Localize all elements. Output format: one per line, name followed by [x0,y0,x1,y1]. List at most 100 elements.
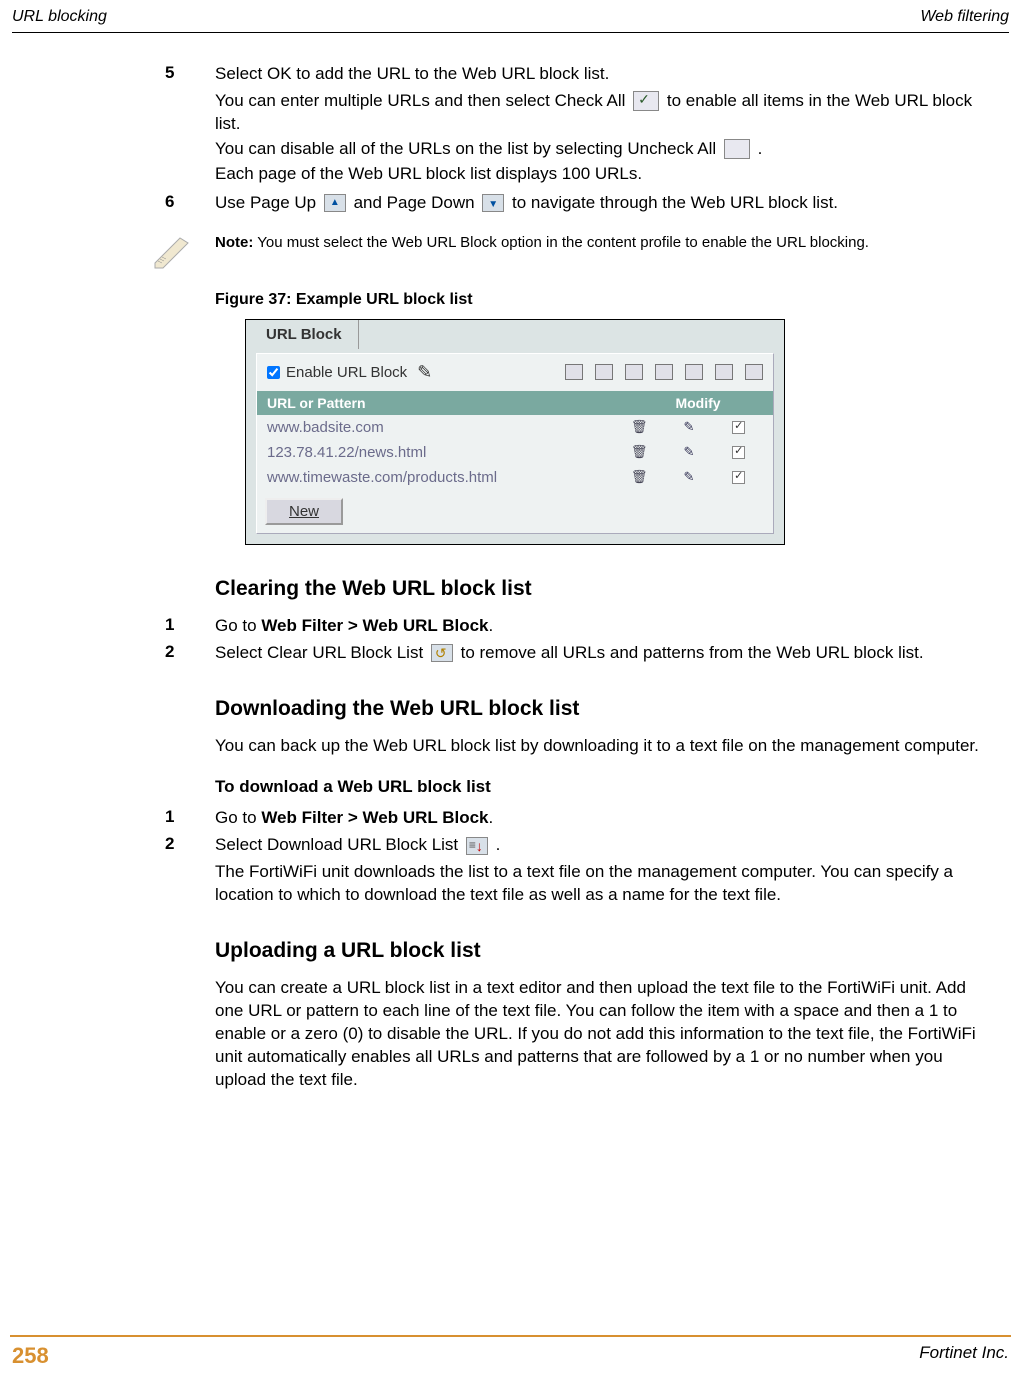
modify-cell: 🗑 ✎ [613,445,763,459]
toolbar [565,364,763,380]
step-number: 1 [165,807,215,830]
enable-left: Enable URL Block ✎ [267,362,432,383]
downloading-intro: You can back up the Web URL block list b… [215,735,1001,758]
step-text: Use Page Up and Page Down to navigate th… [215,192,1001,215]
step-number: 5 [165,63,215,86]
text: You can enter multiple URLs and then sel… [215,91,630,110]
page-down-toolbar-icon[interactable] [655,364,673,380]
step-5-cont1: You can enter multiple URLs and then sel… [215,90,1001,136]
downloading-step-1: 1 Go to Web Filter > Web URL Block. [165,807,1001,830]
step-text: Select Clear URL Block List to remove al… [215,642,1001,665]
text: Go to [215,808,261,827]
note-icon [150,233,200,273]
modify-cell: 🗑 ✎ [613,420,763,434]
content: 5 Select OK to add the URL to the Web UR… [0,33,1021,1118]
step-6: 6 Use Page Up and Page Down to navigate … [165,192,1001,215]
header-right: Web filtering [920,8,1009,26]
text: . [489,616,494,635]
edit-icon[interactable]: ✎ [681,470,696,484]
uncheck-all-toolbar-icon[interactable] [595,364,613,380]
page-up-icon [324,194,346,212]
url-cell: www.timewaste.com/products.html [267,469,613,486]
page-down-icon [482,194,504,212]
text: . [489,808,494,827]
menu-path: Web Filter > Web URL Block [261,808,488,827]
upload-toolbar-icon[interactable] [715,364,733,380]
new-button-wrapper: New [257,490,773,533]
footer-company: Fortinet Inc. [919,1343,1009,1369]
clearing-step-1: 1 Go to Web Filter > Web URL Block. [165,615,1001,638]
downloading-heading: Downloading the Web URL block list [215,697,1001,721]
downloading-step-2: 2 Select Download URL Block List . [165,834,1001,857]
text: . [758,139,763,158]
figure-caption: Figure 37: Example URL block list [215,291,1001,309]
page-number: 258 [12,1343,49,1369]
note-body: You must select the Web URL Block option… [253,234,869,251]
url-block-figure: URL Block Enable URL Block ✎ [245,319,785,545]
table-row: www.badsite.com 🗑 ✎ [257,415,773,440]
text: Go to [215,616,261,635]
enable-url-block-checkbox[interactable] [267,366,280,379]
column-header-row: URL or Pattern Modify [257,391,773,415]
enable-checkbox[interactable] [732,421,745,434]
uploading-heading: Uploading a URL block list [215,939,1001,963]
step-text: Go to Web Filter > Web URL Block. [215,615,1001,638]
table-row: 123.78.41.22/news.html 🗑 ✎ [257,440,773,465]
clear-list-icon [431,644,453,662]
text: and Page Down [354,193,480,212]
clear-toolbar-icon[interactable] [685,364,703,380]
download-list-icon [466,837,488,855]
step-text: Select Download URL Block List . [215,834,1001,857]
col-header-url: URL or Pattern [257,391,623,415]
clearing-heading: Clearing the Web URL block list [215,577,1001,601]
step-5: 5 Select OK to add the URL to the Web UR… [165,63,1001,86]
text: to remove all URLs and patterns from the… [461,643,924,662]
enable-label: Enable URL Block [286,364,407,381]
check-all-toolbar-icon[interactable] [565,364,583,380]
note-text: Note: You must select the Web URL Block … [215,233,981,253]
step-text: Go to Web Filter > Web URL Block. [215,807,1001,830]
header-left: URL blocking [12,8,107,26]
check-all-icon [633,91,659,111]
col-header-modify: Modify [623,391,773,415]
url-block-panel: Enable URL Block ✎ URL or Pattern Modify [256,353,774,534]
step-text: Select OK to add the URL to the Web URL … [215,63,1001,86]
enable-checkbox[interactable] [732,446,745,459]
text: Select Clear URL Block List [215,643,428,662]
enable-row: Enable URL Block ✎ [257,354,773,391]
text: Select Download URL Block List [215,835,463,854]
delete-icon[interactable]: 🗑 [631,420,646,434]
footer-row: 258 Fortinet Inc. [0,1337,1021,1379]
new-button[interactable]: New [265,498,343,525]
page-up-toolbar-icon[interactable] [625,364,643,380]
enable-checkbox[interactable] [732,471,745,484]
note-label: Note: [215,234,253,251]
step-number: 2 [165,834,215,857]
edit-icon[interactable]: ✎ [417,362,432,383]
table-row: www.timewaste.com/products.html 🗑 ✎ [257,465,773,490]
text: Use Page Up [215,193,321,212]
download-toolbar-icon[interactable] [745,364,763,380]
delete-icon[interactable]: 🗑 [631,445,646,459]
downloading-step-2-cont: The FortiWiFi unit downloads the list to… [215,861,1001,907]
url-cell: www.badsite.com [267,419,613,436]
clearing-step-2: 2 Select Clear URL Block List to remove … [165,642,1001,665]
uploading-body: You can create a URL block list in a tex… [215,977,1001,1092]
uncheck-all-icon [724,139,750,159]
menu-path: Web Filter > Web URL Block [261,616,488,635]
step-5-cont2: You can disable all of the URLs on the l… [215,138,1001,161]
url-block-tab: URL Block [254,320,359,349]
text: . [496,835,501,854]
modify-cell: 🗑 ✎ [613,470,763,484]
note-block: Note: You must select the Web URL Block … [150,233,981,273]
edit-icon[interactable]: ✎ [681,445,696,459]
edit-icon[interactable]: ✎ [681,420,696,434]
text: You can disable all of the URLs on the l… [215,139,721,158]
step-number: 6 [165,192,215,215]
page-header: URL blocking Web filtering [0,0,1021,32]
text: to navigate through the Web URL block li… [512,193,838,212]
delete-icon[interactable]: 🗑 [631,470,646,484]
downloading-sub: To download a Web URL block list [215,777,1001,797]
step-number: 1 [165,615,215,638]
page-footer: 258 Fortinet Inc. [0,1335,1021,1379]
